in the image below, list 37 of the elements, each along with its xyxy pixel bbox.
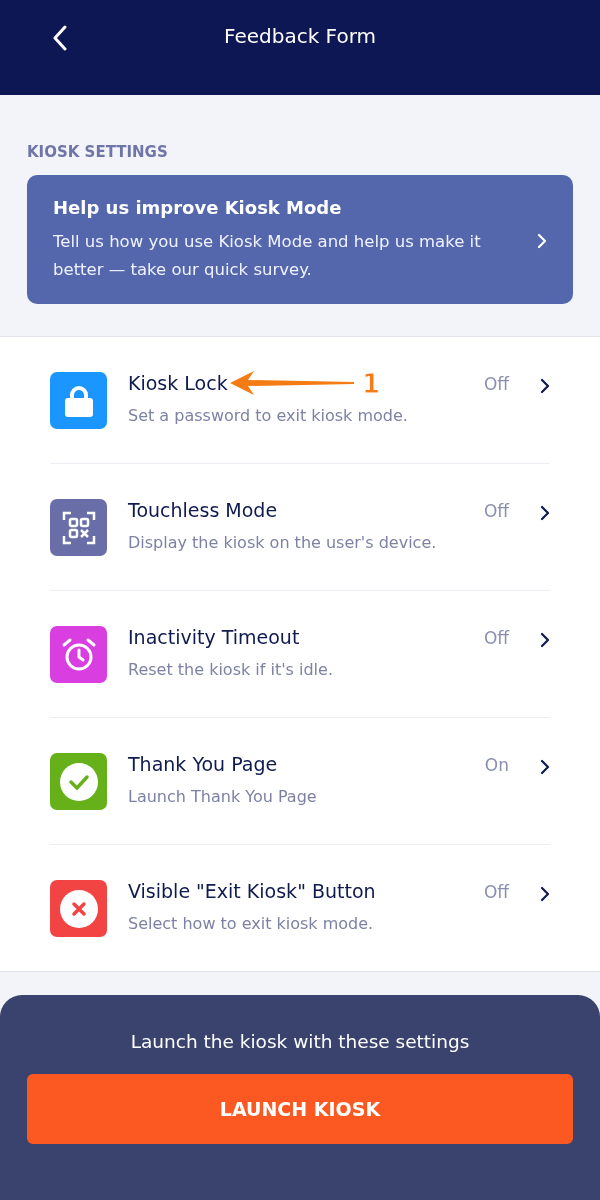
setting-status: On: [484, 755, 509, 777]
setting-row[interactable]: Thank You Page Launch Thank You Page On: [50, 718, 550, 845]
check-circle-icon: [59, 762, 98, 801]
lock-icon: [64, 384, 93, 417]
chevron-right-icon: [540, 759, 550, 775]
setting-status: Off: [483, 628, 509, 650]
survey-banner[interactable]: Help us improve Kiosk Mode Tell us how you use Kiosk Mode and help us make it better — take our quick survey.: [27, 175, 573, 304]
chevron-right-icon: [537, 232, 547, 249]
setting-description: Select how to exit kiosk mode.: [128, 914, 375, 933]
setting-description: Set a password to exit kiosk mode.: [128, 406, 409, 425]
chevron-right-icon: [540, 505, 550, 521]
close-circle-icon: [59, 889, 98, 928]
header-title: Feedback Form: [224, 23, 376, 48]
setting-row[interactable]: Touchless Mode Display the kiosk on the user's device. Off: [50, 464, 550, 591]
setting-row[interactable]: Kiosk Lock 1 Set a password to exit kiosk mode. Off: [50, 337, 550, 464]
qr-code-icon: [61, 510, 96, 545]
section-label: KIOSK SETTINGS: [27, 143, 169, 161]
setting-status: Off: [483, 501, 509, 523]
footer-text: Launch the kiosk with these settings: [130, 1031, 470, 1052]
chevron-right-icon: [540, 886, 550, 902]
banner-title: Help us improve Kiosk Mode: [53, 197, 343, 218]
setting-status: Off: [483, 374, 509, 396]
setting-status: Off: [483, 882, 509, 904]
alarm-clock-icon: [60, 636, 97, 673]
setting-title: Touchless Mode: [128, 499, 278, 521]
setting-row[interactable]: Visible "Exit Kiosk" Button Select how to exit kiosk mode. Off: [50, 845, 550, 971]
setting-description: Reset the kiosk if it's idle.: [128, 660, 334, 679]
setting-description: Launch Thank You Page: [128, 787, 318, 806]
setting-title: Kiosk Lock: [128, 372, 228, 394]
setting-title: Visible "Exit Kiosk" Button: [128, 880, 376, 902]
setting-row[interactable]: Inactivity Timeout Reset the kiosk if it's idle. Off: [50, 591, 550, 718]
chevron-right-icon: [540, 632, 550, 648]
setting-title: Inactivity Timeout: [128, 626, 300, 648]
chevron-right-icon: [540, 378, 550, 394]
setting-description: Display the kiosk on the user's device.: [128, 533, 438, 552]
banner-text: Tell us how you use Kiosk Mode and help us make it better — take our quick survey.: [53, 231, 482, 281]
setting-title: Thank You Page: [128, 753, 278, 775]
